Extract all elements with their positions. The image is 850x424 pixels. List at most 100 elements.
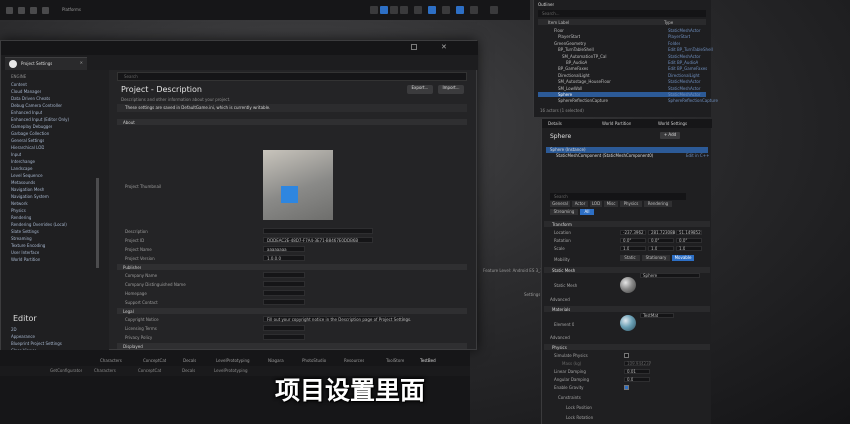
location-z[interactable]: 51.149852 — [676, 230, 702, 235]
sidebar-item[interactable]: Level Sequence — [11, 173, 43, 179]
actor-name[interactable]: Sphere — [550, 133, 571, 141]
select-mode-icon[interactable] — [6, 7, 13, 14]
filter-actor[interactable]: Actor — [572, 201, 588, 207]
category-materials[interactable]: Materials — [544, 306, 710, 312]
sidebar-item[interactable]: 2D — [11, 327, 17, 333]
sidebar-item[interactable]: Navigation System — [11, 194, 49, 200]
tab-project-settings[interactable]: Project Settings ✕ — [5, 57, 87, 70]
outliner-row[interactable]: BP_GameFaxes Edit BP_GameFaxes — [538, 66, 707, 71]
category-legal[interactable]: Legal — [117, 308, 467, 314]
filter-all[interactable]: All — [580, 209, 594, 215]
sphere-mesh-thumbnail[interactable] — [620, 277, 636, 293]
filter-lod[interactable]: LOD — [590, 201, 602, 207]
window-titlebar[interactable]: ✕ — [1, 41, 478, 55]
scale-z[interactable]: 1.0 — [676, 246, 702, 251]
privacy-policy-field[interactable] — [263, 334, 305, 340]
project-id-field[interactable]: DDDEAC2E-48D7-F7A4-3E71-B8467E0DDB6B — [263, 237, 373, 243]
outliner-row[interactable]: BP_AudioA Edit BP_AudioA — [538, 60, 706, 65]
import-button[interactable]: Import... — [438, 85, 464, 94]
sidebar-item[interactable]: User Interface — [11, 250, 39, 256]
advanced-toggle[interactable]: Advanced — [550, 335, 570, 341]
tab-world-settings[interactable]: World Settings — [658, 121, 687, 127]
sidebar-item[interactable]: Data Driven Cheats — [11, 96, 50, 102]
location-x[interactable]: -237.3962 — [620, 230, 646, 235]
sidebar-item[interactable]: Metasounds — [11, 180, 35, 186]
viewport-layout-icon[interactable] — [490, 6, 498, 14]
platforms-menu[interactable]: Platforms — [62, 7, 81, 13]
scale-icon[interactable] — [400, 6, 408, 14]
rotation-y[interactable]: 0.0° — [648, 238, 674, 243]
sidebar-item[interactable]: Content — [11, 82, 27, 88]
sidebar-item[interactable]: Blueprint Project Settings — [11, 341, 62, 347]
filter-general[interactable]: General — [550, 201, 570, 207]
sidebar-item[interactable]: General Settings — [11, 138, 44, 144]
component-row-mesh[interactable]: StaticMeshComponent (StaticMeshComponent… — [546, 153, 709, 159]
sidebar-item[interactable]: Network — [11, 201, 28, 207]
scale-x[interactable]: 1.0 — [620, 246, 646, 251]
sidebar-item[interactable]: Streaming — [11, 236, 32, 242]
project-version-field[interactable]: 1.0.0.0 — [263, 255, 305, 261]
tab-close-icon[interactable]: ✕ — [80, 60, 83, 66]
sidebar-item[interactable]: World Partition — [11, 257, 40, 263]
outliner-row[interactable]: SM_Autostage_HouseFloor StaticMeshActor — [538, 79, 706, 84]
project-thumbnail-image[interactable] — [263, 150, 333, 220]
description-field[interactable] — [263, 228, 373, 234]
filter-physics[interactable]: Physics — [620, 201, 642, 207]
scale-y[interactable]: 1.0 — [648, 246, 674, 251]
sidebar-item[interactable]: Rendering Overrides (Local) — [11, 222, 67, 228]
select-icon[interactable] — [370, 6, 378, 14]
drawer-tab[interactable]: ConceptCat — [143, 358, 166, 364]
sidebar-item[interactable]: Hierarchical LOD — [11, 145, 44, 151]
sidebar-item[interactable]: Enhanced Input — [11, 110, 42, 116]
mobility-stationary[interactable]: Stationary — [642, 255, 670, 261]
drawer-tab[interactable]: Niagara — [268, 358, 284, 364]
mobility-static[interactable]: Static — [620, 255, 640, 261]
tab-details[interactable]: Details — [548, 121, 562, 127]
sidebar-item[interactable]: Cloud Manager — [11, 89, 41, 95]
sidebar-item[interactable]: Enhanced Input (Editor Only) — [11, 117, 69, 123]
outliner-row[interactable]: DirectionalLight DirectionalLight — [538, 73, 706, 78]
edit-cpp-link[interactable]: Edit in C++ — [686, 153, 709, 159]
filter-misc[interactable]: Misc — [604, 201, 618, 207]
content-icon[interactable] — [18, 7, 25, 14]
sidebar-item[interactable]: Debug Camera Controller — [11, 103, 62, 109]
outliner-row[interactable]: Sphere StaticMeshActor — [538, 92, 706, 97]
filter-streaming[interactable]: Streaming — [550, 209, 578, 215]
sidebar-item[interactable]: Input — [11, 152, 21, 158]
drawer-tab[interactable]: LevelPrototyping — [216, 358, 250, 364]
col-item-label[interactable]: Item Label — [548, 20, 569, 26]
filter-rendering[interactable]: Rendering — [644, 201, 672, 207]
company-name-field[interactable] — [263, 272, 305, 278]
col-type[interactable]: Type — [664, 20, 673, 26]
add-component-button[interactable]: + Add — [660, 132, 680, 139]
static-mesh-picker[interactable]: Sphere — [640, 273, 700, 278]
sidebar-item[interactable]: Landscape — [11, 166, 33, 172]
export-button[interactable]: Export... — [407, 85, 433, 94]
support-contact-field[interactable] — [263, 299, 305, 305]
rotate-icon[interactable] — [390, 6, 398, 14]
sidebar-item[interactable]: Gameplay Debugger — [11, 124, 52, 130]
advanced-toggle[interactable]: Advanced — [550, 297, 570, 303]
sidebar-item[interactable]: Rendering — [11, 215, 31, 221]
outliner-row[interactable]: SM_LowWall StaticMeshActor — [538, 86, 706, 91]
rotation-x[interactable]: 0.0° — [620, 238, 646, 243]
outliner-row[interactable]: GreenGeometry Folder — [538, 41, 706, 46]
drawer-tab-active[interactable]: TestBed — [420, 358, 436, 364]
sidebar-item[interactable]: Texture Encoding — [11, 243, 45, 249]
company-distinguished-field[interactable] — [263, 281, 305, 287]
category-publisher[interactable]: Publisher — [117, 264, 467, 270]
location-y[interactable]: 281.723088 — [648, 230, 675, 235]
details-search-input[interactable]: Search — [550, 193, 686, 200]
sidebar-item[interactable]: Appearance — [11, 334, 35, 340]
rotation-z[interactable]: 0.0° — [676, 238, 702, 243]
camera-speed-icon[interactable] — [470, 6, 478, 14]
outliner-search-input[interactable]: Search... — [538, 10, 706, 17]
drawer-tab[interactable]: ToolStore — [386, 358, 404, 364]
outliner-row[interactable]: SM_AutomationTP_Cal StaticMeshActor — [538, 54, 706, 59]
viewport-settings-button[interactable]: Settings — [524, 292, 540, 298]
outliner-row[interactable]: BP_TurnTableShell Edit BP_TurnTableShell — [538, 47, 713, 52]
blueprint-icon[interactable] — [30, 7, 37, 14]
restore-icon[interactable] — [411, 44, 417, 50]
scale-snap-icon[interactable] — [456, 6, 464, 14]
material-thumbnail[interactable] — [620, 315, 636, 331]
